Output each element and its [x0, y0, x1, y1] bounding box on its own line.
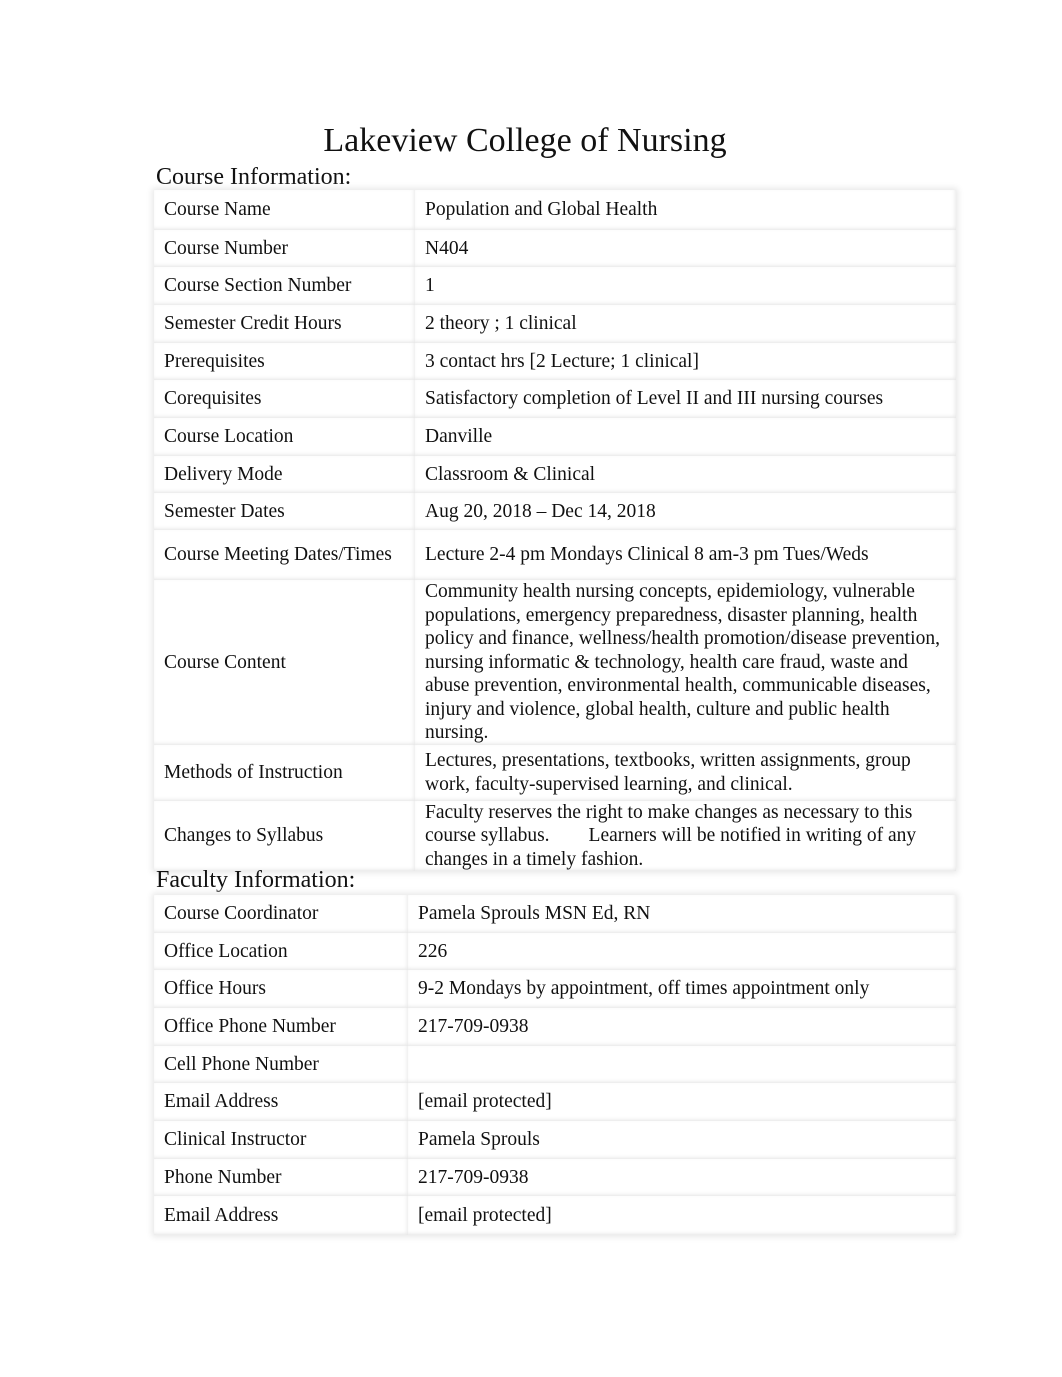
table-row: Course Section Number 1	[154, 267, 956, 305]
row-label: Course Name	[154, 190, 415, 230]
table-row: Phone Number 217-709-0938	[154, 1159, 956, 1196]
row-value: Pamela Sprouls MSN Ed, RN	[408, 895, 956, 933]
table-row: Email Address [email protected]	[154, 1083, 956, 1121]
table-row: Clinical Instructor Pamela Sprouls	[154, 1121, 956, 1159]
row-value: Faculty reserves the right to make chang…	[415, 801, 956, 872]
row-label: Course Coordinator	[154, 895, 408, 933]
table-row: Email Address [email protected]	[154, 1196, 956, 1235]
row-value: 2 theory ; 1 clinical	[415, 305, 956, 343]
row-value: 226	[408, 933, 956, 970]
table-row: Course Number N404	[154, 230, 956, 267]
table-row: Prerequisites 3 contact hrs [2 Lecture; 1…	[154, 343, 956, 380]
row-label: Delivery Mode	[154, 456, 415, 493]
row-label: Office Hours	[154, 970, 408, 1008]
row-value: 1	[415, 267, 956, 305]
row-label: Corequisites	[154, 380, 415, 418]
row-label: Methods of Instruction	[154, 745, 415, 801]
row-label: Course Section Number	[154, 267, 415, 305]
row-value: 9-2 Mondays by appointment, off times ap…	[408, 970, 956, 1008]
table-row: Methods of Instruction Lectures, presenta…	[154, 745, 956, 801]
row-label: Course Meeting Dates/Times	[154, 530, 415, 580]
row-label: Office Phone Number	[154, 1008, 408, 1046]
row-value: 3 contact hrs [2 Lecture; 1 clinical]	[415, 343, 956, 380]
course-information-heading: Course Information:	[156, 164, 352, 190]
row-value: Population and Global Health	[415, 190, 956, 230]
table-row: Cell Phone Number	[154, 1046, 956, 1083]
row-value: 217-709-0938	[408, 1159, 956, 1196]
row-label: Changes to Syllabus	[154, 801, 415, 872]
row-value: Community health nursing concepts, epide…	[415, 580, 956, 745]
row-value: [email protected]	[408, 1196, 956, 1235]
table-row: Course Meeting Dates/Times Lecture 2-4 pm…	[154, 530, 956, 580]
row-label: Semester Credit Hours	[154, 305, 415, 343]
row-label: Prerequisites	[154, 343, 415, 380]
table-row: Course Name Population and Global Health	[154, 190, 956, 230]
row-value: Classroom & Clinical	[415, 456, 956, 493]
row-value: Pamela Sprouls	[408, 1121, 956, 1159]
row-label: Clinical Instructor	[154, 1121, 408, 1159]
row-value: Lecture 2-4 pm Mondays Clinical 8 am-3 p…	[415, 530, 956, 580]
row-label: Semester Dates	[154, 493, 415, 530]
table-row: Semester Dates Aug 20, 2018 – Dec 14, 201…	[154, 493, 956, 530]
document-title: Lakeview College of Nursing	[323, 122, 727, 159]
table-row: Delivery Mode Classroom & Clinical	[154, 456, 956, 493]
table-row: Office Hours 9-2 Mondays by appointment, …	[154, 970, 956, 1008]
table-row: Changes to Syllabus Faculty reserves the …	[154, 801, 956, 872]
row-value: N404	[415, 230, 956, 267]
row-value: 217-709-0938	[408, 1008, 956, 1046]
row-label: Office Location	[154, 933, 408, 970]
faculty-information-table: Course Coordinator Pamela Sprouls MSN Ed,…	[154, 895, 956, 1235]
row-value: Danville	[415, 418, 956, 456]
table-row: Corequisites Satisfactory completion of L…	[154, 380, 956, 418]
row-value: [email protected]	[408, 1083, 956, 1121]
row-value: Satisfactory completion of Level II and …	[415, 380, 956, 418]
row-label: Cell Phone Number	[154, 1046, 408, 1083]
row-value: Lectures, presentations, textbooks, writ…	[415, 745, 956, 801]
faculty-information-heading: Faculty Information:	[156, 867, 356, 893]
table-row: Office Location 226	[154, 933, 956, 970]
row-value: Aug 20, 2018 – Dec 14, 2018	[415, 493, 956, 530]
row-label: Email Address	[154, 1196, 408, 1235]
row-label: Course Location	[154, 418, 415, 456]
row-label: Phone Number	[154, 1159, 408, 1196]
row-label: Course Number	[154, 230, 415, 267]
table-row: Office Phone Number 217-709-0938	[154, 1008, 956, 1046]
table-row: Course Coordinator Pamela Sprouls MSN Ed,…	[154, 895, 956, 933]
course-information-table: Course Name Population and Global Health C…	[154, 190, 956, 871]
table-row: Semester Credit Hours 2 theory ; 1 clinic…	[154, 305, 956, 343]
row-label: Email Address	[154, 1083, 408, 1121]
table-row: Course Content Community health nursing c…	[154, 580, 956, 745]
row-value	[408, 1046, 956, 1083]
table-row: Course Location Danville	[154, 418, 956, 456]
row-label: Course Content	[154, 580, 415, 745]
